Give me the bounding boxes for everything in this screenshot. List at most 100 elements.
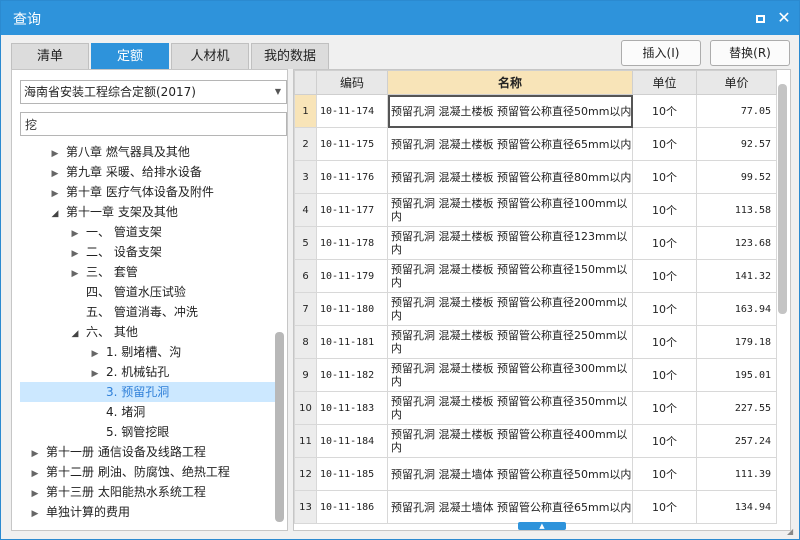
row-number-cell[interactable]: 12 xyxy=(294,457,317,491)
code-cell[interactable]: 10-11-180 xyxy=(316,292,388,326)
maximize-icon[interactable] xyxy=(749,7,771,29)
name-cell[interactable]: 预留孔洞 混凝土楼板 预留管公称直径400mm以内 xyxy=(387,424,633,458)
expand-arrow-icon[interactable]: ▶ xyxy=(88,364,102,384)
close-icon[interactable]: ✕ xyxy=(773,7,795,29)
expand-arrow-icon[interactable]: ▶ xyxy=(88,344,102,364)
price-cell[interactable]: 257.24 xyxy=(696,424,777,458)
table-row[interactable]: 4 10-11-177 预留孔洞 混凝土楼板 预留管公称直径100mm以内 10个 11… xyxy=(294,193,777,227)
tree-node[interactable]: ▶ 第十三册 太阳能热水系统工程 xyxy=(20,482,276,502)
unit-cell[interactable]: 10个 xyxy=(632,490,697,524)
table-row[interactable]: 11 10-11-184 预留孔洞 混凝土楼板 预留管公称直径400mm以内 10个 2… xyxy=(294,424,777,458)
collapse-arrow-icon[interactable]: ◢ xyxy=(68,324,82,344)
table-row[interactable]: 10 10-11-183 预留孔洞 混凝土楼板 预留管公称直径350mm以内 10个 2… xyxy=(294,391,777,425)
tree-node[interactable]: ▶ 单独计算的费用 xyxy=(20,502,276,522)
table-row[interactable]: 3 10-11-176 预留孔洞 混凝土楼板 预留管公称直径80mm以内 10个 99.… xyxy=(294,160,777,194)
row-number-cell[interactable]: 13 xyxy=(294,490,317,524)
tree-node[interactable]: 四、 管道水压试验 xyxy=(20,282,276,302)
grid-scrollbar[interactable] xyxy=(778,84,788,530)
tree-node[interactable]: ◢ 六、 其他 xyxy=(20,322,276,342)
tab-labor-material-machine[interactable]: 人材机 xyxy=(171,43,249,69)
row-number-cell[interactable]: 5 xyxy=(294,226,317,260)
row-number-cell[interactable]: 2 xyxy=(294,127,317,161)
search-input[interactable] xyxy=(20,112,287,136)
price-cell[interactable]: 179.18 xyxy=(696,325,777,359)
code-cell[interactable]: 10-11-186 xyxy=(316,490,388,524)
column-header-name[interactable]: 名称 xyxy=(387,70,633,95)
unit-cell[interactable]: 10个 xyxy=(632,193,697,227)
code-cell[interactable]: 10-11-175 xyxy=(316,127,388,161)
unit-cell[interactable]: 10个 xyxy=(632,226,697,260)
unit-cell[interactable]: 10个 xyxy=(632,391,697,425)
name-cell[interactable]: 预留孔洞 混凝土墙体 预留管公称直径65mm以内 xyxy=(387,490,633,524)
code-cell[interactable]: 10-11-185 xyxy=(316,457,388,491)
table-row[interactable]: 8 10-11-181 预留孔洞 混凝土楼板 预留管公称直径250mm以内 10个 17… xyxy=(294,325,777,359)
tree-node[interactable]: ▶ 三、 套管 xyxy=(20,262,276,282)
name-cell[interactable]: 预留孔洞 混凝土楼板 预留管公称直径80mm以内 xyxy=(387,160,633,194)
name-cell[interactable]: 预留孔洞 混凝土楼板 预留管公称直径50mm以内 xyxy=(387,94,633,128)
grid-scroll-thumb[interactable] xyxy=(778,84,787,314)
row-number-cell[interactable]: 9 xyxy=(294,358,317,392)
code-cell[interactable]: 10-11-181 xyxy=(316,325,388,359)
row-number-cell[interactable]: 6 xyxy=(294,259,317,293)
table-row[interactable]: 7 10-11-180 预留孔洞 混凝土楼板 预留管公称直径200mm以内 10个 16… xyxy=(294,292,777,326)
tree-node[interactable]: ▶ 第十章 医疗气体设备及附件 xyxy=(20,182,276,202)
collapse-arrow-icon[interactable]: ◢ xyxy=(48,204,62,224)
quota-book-select[interactable]: 海南省安装工程综合定额(2017) ▼ xyxy=(20,80,287,104)
price-cell[interactable]: 99.52 xyxy=(696,160,777,194)
name-cell[interactable]: 预留孔洞 混凝土楼板 预留管公称直径300mm以内 xyxy=(387,358,633,392)
code-cell[interactable]: 10-11-174 xyxy=(316,94,388,128)
expand-arrow-icon[interactable]: ▶ xyxy=(68,224,82,244)
unit-cell[interactable]: 10个 xyxy=(632,127,697,161)
table-row[interactable]: 6 10-11-179 预留孔洞 混凝土楼板 预留管公称直径150mm以内 10个 14… xyxy=(294,259,777,293)
price-cell[interactable]: 134.94 xyxy=(696,490,777,524)
table-row[interactable]: 13 10-11-186 预留孔洞 混凝土墙体 预留管公称直径65mm以内 10个 13… xyxy=(294,490,777,524)
resize-grip-icon[interactable]: ◢ xyxy=(787,527,797,537)
code-cell[interactable]: 10-11-183 xyxy=(316,391,388,425)
column-header-price[interactable]: 单价 xyxy=(696,70,777,95)
unit-cell[interactable]: 10个 xyxy=(632,292,697,326)
price-cell[interactable]: 92.57 xyxy=(696,127,777,161)
replace-button[interactable]: 替换(R) xyxy=(710,40,790,66)
price-cell[interactable]: 123.68 xyxy=(696,226,777,260)
tree-scrollbar[interactable] xyxy=(275,142,285,527)
name-cell[interactable]: 预留孔洞 混凝土楼板 预留管公称直径100mm以内 xyxy=(387,193,633,227)
tree-node[interactable]: ▶ 1. 剔堵槽、沟 xyxy=(20,342,276,362)
code-cell[interactable]: 10-11-182 xyxy=(316,358,388,392)
expand-arrow-icon[interactable]: ▶ xyxy=(48,144,62,164)
tab-list[interactable]: 清单 xyxy=(11,43,89,69)
tree-node[interactable]: ▶ 2. 机械钻孔 xyxy=(20,362,276,382)
table-row[interactable]: 2 10-11-175 预留孔洞 混凝土楼板 预留管公称直径65mm以内 10个 92.… xyxy=(294,127,777,161)
code-cell[interactable]: 10-11-177 xyxy=(316,193,388,227)
expand-arrow-icon[interactable]: ▶ xyxy=(28,444,42,464)
unit-cell[interactable]: 10个 xyxy=(632,424,697,458)
expand-arrow-icon[interactable]: ▶ xyxy=(68,264,82,284)
row-number-cell[interactable]: 1 xyxy=(294,94,317,128)
tree-node[interactable]: ▶ 第九章 采暖、给排水设备 xyxy=(20,162,276,182)
name-cell[interactable]: 预留孔洞 混凝土墙体 预留管公称直径50mm以内 xyxy=(387,457,633,491)
name-cell[interactable]: 预留孔洞 混凝土楼板 预留管公称直径65mm以内 xyxy=(387,127,633,161)
unit-cell[interactable]: 10个 xyxy=(632,358,697,392)
code-cell[interactable]: 10-11-176 xyxy=(316,160,388,194)
code-cell[interactable]: 10-11-178 xyxy=(316,226,388,260)
title-bar[interactable]: 查询 ✕ xyxy=(1,1,799,35)
price-cell[interactable]: 113.58 xyxy=(696,193,777,227)
table-row[interactable]: 9 10-11-182 预留孔洞 混凝土楼板 预留管公称直径300mm以内 10个 19… xyxy=(294,358,777,392)
tree-node[interactable]: ▶ 一、 管道支架 xyxy=(20,222,276,242)
name-cell[interactable]: 预留孔洞 混凝土楼板 预留管公称直径350mm以内 xyxy=(387,391,633,425)
tree-node[interactable]: 五、 管道消毒、冲洗 xyxy=(20,302,276,322)
tree-node[interactable]: ▶ 二、 设备支架 xyxy=(20,242,276,262)
tree-node[interactable]: ▶ 第十二册 刷油、防腐蚀、绝热工程 xyxy=(20,462,276,482)
expand-arrow-icon[interactable]: ▶ xyxy=(28,504,42,524)
tree-node[interactable]: 4. 堵洞 xyxy=(20,402,276,422)
unit-cell[interactable]: 10个 xyxy=(632,259,697,293)
price-cell[interactable]: 195.01 xyxy=(696,358,777,392)
expand-arrow-icon[interactable]: ▶ xyxy=(28,484,42,504)
price-cell[interactable]: 227.55 xyxy=(696,391,777,425)
code-cell[interactable]: 10-11-184 xyxy=(316,424,388,458)
name-cell[interactable]: 预留孔洞 混凝土楼板 预留管公称直径123mm以内 xyxy=(387,226,633,260)
expand-arrow-icon[interactable]: ▶ xyxy=(48,184,62,204)
name-cell[interactable]: 预留孔洞 混凝土楼板 预留管公称直径250mm以内 xyxy=(387,325,633,359)
table-row[interactable]: 1 10-11-174 预留孔洞 混凝土楼板 预留管公称直径50mm以内 10个 77.… xyxy=(294,94,777,128)
unit-cell[interactable]: 10个 xyxy=(632,160,697,194)
row-number-cell[interactable]: 10 xyxy=(294,391,317,425)
